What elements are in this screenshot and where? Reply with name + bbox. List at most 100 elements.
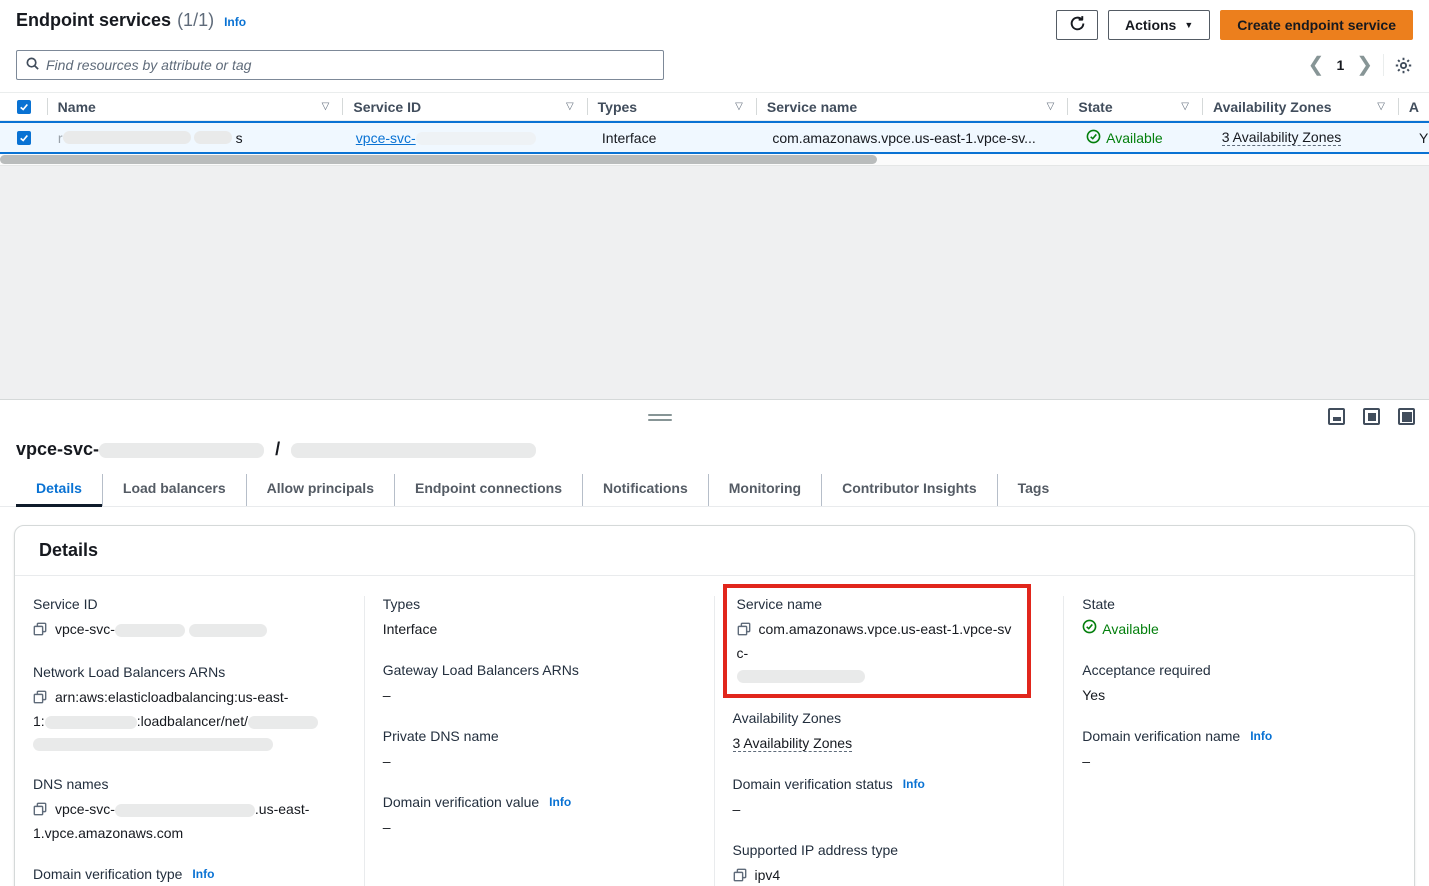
split-panel-header bbox=[0, 399, 1429, 435]
page-number[interactable]: 1 bbox=[1334, 57, 1346, 73]
row-name: r s bbox=[48, 123, 346, 152]
availability-zones-link[interactable]: 3 Availability Zones bbox=[1222, 129, 1342, 146]
column-header-availability-zones: Availability Zones bbox=[1213, 99, 1332, 115]
field-label-domain-verification-name: Domain verification name Info bbox=[1082, 728, 1396, 744]
column-header-service-id: Service ID bbox=[353, 99, 421, 115]
sort-icon[interactable]: ▽ bbox=[1047, 101, 1059, 112]
chevron-down-icon: ▼ bbox=[1184, 20, 1193, 30]
refresh-icon bbox=[1069, 15, 1086, 35]
info-link[interactable]: Info bbox=[192, 867, 214, 881]
field-label-availability-zones: Availability Zones bbox=[733, 710, 1046, 726]
field-value-domain-verification-value: – bbox=[383, 816, 696, 838]
table-header-row: Name ▽ Service ID ▽ Types ▽ Service name… bbox=[0, 92, 1429, 121]
detail-tabs: Details Load balancers Allow principals … bbox=[0, 474, 1429, 507]
panel-size-small-icon[interactable] bbox=[1328, 408, 1345, 425]
sort-icon[interactable]: ▽ bbox=[566, 101, 578, 112]
create-endpoint-service-button[interactable]: Create endpoint service bbox=[1220, 10, 1413, 40]
panel-size-medium-icon[interactable] bbox=[1363, 408, 1380, 425]
horizontal-scrollbar[interactable] bbox=[0, 154, 1429, 165]
row-service-name: com.amazonaws.vpce.us-east-1.vpce-sv... bbox=[762, 123, 1076, 152]
tab-allow-principals[interactable]: Allow principals bbox=[246, 474, 394, 506]
details-column-2: Types Interface Gateway Load Balancers A… bbox=[365, 596, 715, 886]
tab-monitoring[interactable]: Monitoring bbox=[708, 474, 821, 506]
sort-icon[interactable]: ▽ bbox=[735, 101, 747, 112]
row-types: Interface bbox=[592, 123, 762, 152]
field-label-service-id: Service ID bbox=[33, 596, 346, 612]
field-label-service-name: Service name bbox=[737, 596, 1018, 612]
field-value-dns-names: vpce-svc-.us-east- 1.vpce.amazonaws.com bbox=[33, 798, 346, 844]
scrollbar-thumb[interactable] bbox=[0, 155, 877, 164]
search-box[interactable] bbox=[16, 50, 664, 80]
info-link[interactable]: Info bbox=[549, 795, 571, 809]
field-value-acceptance-required: Yes bbox=[1082, 684, 1396, 706]
search-icon bbox=[25, 56, 40, 74]
refresh-button[interactable] bbox=[1056, 10, 1098, 40]
field-label-private-dns-name: Private DNS name bbox=[383, 728, 696, 744]
details-card: Details Service ID vpce-svc- Network Loa… bbox=[14, 525, 1415, 886]
copy-icon[interactable] bbox=[733, 866, 747, 886]
service-id-link[interactable]: vpce-svc- bbox=[356, 130, 536, 146]
field-value-types: Interface bbox=[383, 618, 696, 640]
field-value-service-id: vpce-svc- bbox=[33, 618, 346, 642]
field-label-glb-arns: Gateway Load Balancers ARNs bbox=[383, 662, 696, 678]
details-column-3: Service name com.amazonaws.vpce.us-east-… bbox=[715, 596, 1065, 886]
split-panel-drag-handle[interactable] bbox=[648, 414, 672, 424]
field-value-domain-verification-name: – bbox=[1082, 750, 1396, 772]
tab-details[interactable]: Details bbox=[16, 474, 102, 506]
copy-icon[interactable] bbox=[737, 620, 751, 642]
info-link[interactable]: Info bbox=[1250, 729, 1272, 743]
field-label-domain-verification-status: Domain verification status Info bbox=[733, 776, 1046, 792]
split-panel-title: vpce-svc- / bbox=[0, 435, 1429, 460]
details-heading: Details bbox=[39, 540, 1390, 561]
actions-button[interactable]: Actions ▼ bbox=[1108, 10, 1210, 40]
tab-tags[interactable]: Tags bbox=[997, 474, 1070, 506]
service-name-highlight-box: Service name com.amazonaws.vpce.us-east-… bbox=[723, 584, 1032, 698]
details-column-1: Service ID vpce-svc- Network Load Balanc… bbox=[15, 596, 365, 886]
info-link[interactable]: Info bbox=[903, 777, 925, 791]
select-all-checkbox[interactable] bbox=[17, 100, 31, 114]
field-label-dns-names: DNS names bbox=[33, 776, 346, 792]
tab-contributor-insights[interactable]: Contributor Insights bbox=[821, 474, 997, 506]
empty-content-area bbox=[0, 165, 1429, 399]
info-link[interactable]: Info bbox=[224, 15, 246, 29]
page-title: Endpoint services bbox=[16, 10, 171, 31]
availability-zones-detail-link[interactable]: 3 Availability Zones bbox=[733, 735, 853, 752]
tab-load-balancers[interactable]: Load balancers bbox=[102, 474, 246, 506]
copy-icon[interactable] bbox=[33, 620, 47, 642]
search-input[interactable] bbox=[46, 57, 655, 73]
field-value-private-dns-name: – bbox=[383, 750, 696, 772]
copy-icon[interactable] bbox=[33, 800, 47, 822]
row-state: Available bbox=[1086, 129, 1163, 147]
row-acceptance: Y bbox=[1409, 123, 1429, 152]
field-value-domain-verification-status: – bbox=[733, 798, 1046, 820]
toolbar: Endpoint services (1/1) Info Actions ▼ C… bbox=[0, 0, 1429, 46]
settings-button[interactable] bbox=[1394, 56, 1413, 75]
column-header-acceptance: A bbox=[1409, 99, 1419, 115]
table-row[interactable]: r s vpce-svc- Interface com.amazonaws.vp… bbox=[0, 121, 1429, 154]
sort-icon[interactable]: ▽ bbox=[1377, 101, 1389, 112]
prev-page-icon[interactable]: ❮ bbox=[1308, 55, 1325, 75]
column-header-state: State bbox=[1078, 99, 1112, 115]
panel-size-large-icon[interactable] bbox=[1398, 408, 1415, 425]
column-header-service-name: Service name bbox=[767, 99, 857, 115]
row-checkbox[interactable] bbox=[17, 131, 31, 145]
tab-endpoint-connections[interactable]: Endpoint connections bbox=[394, 474, 582, 506]
sort-icon[interactable]: ▽ bbox=[322, 101, 334, 112]
field-label-state: State bbox=[1082, 596, 1396, 612]
field-value-service-name: com.amazonaws.vpce.us-east-1.vpce-svc- bbox=[737, 618, 1018, 686]
field-value-supported-ip-type: ipv4 bbox=[733, 864, 1046, 886]
pagination: ❮ 1 ❯ bbox=[1308, 54, 1413, 76]
tab-notifications[interactable]: Notifications bbox=[582, 474, 708, 506]
field-label-domain-verification-type: Domain verification type Info bbox=[33, 866, 346, 882]
sort-icon[interactable]: ▽ bbox=[1181, 101, 1193, 112]
field-label-types: Types bbox=[383, 596, 696, 612]
next-page-icon[interactable]: ❯ bbox=[1356, 55, 1373, 75]
copy-icon[interactable] bbox=[33, 688, 47, 710]
field-value-nlb-arns: arn:aws:elasticloadbalancing:us-east- 1:… bbox=[33, 686, 346, 754]
column-header-name: Name bbox=[58, 99, 96, 115]
resource-count: (1/1) bbox=[177, 10, 214, 31]
success-check-icon bbox=[1082, 618, 1097, 640]
success-check-icon bbox=[1086, 129, 1101, 147]
field-value-glb-arns: – bbox=[383, 684, 696, 706]
field-label-domain-verification-value: Domain verification value Info bbox=[383, 794, 696, 810]
